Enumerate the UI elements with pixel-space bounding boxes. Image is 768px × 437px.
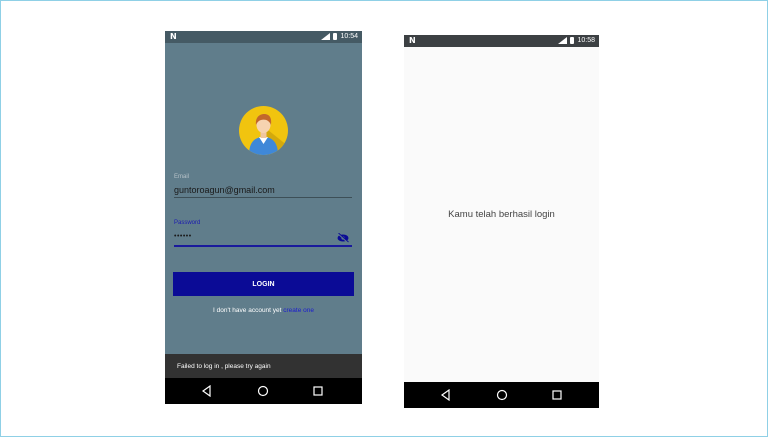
signal-icon bbox=[558, 36, 568, 44]
user-avatar-icon bbox=[239, 106, 288, 155]
password-label: Password bbox=[174, 220, 201, 226]
eye-off-icon[interactable] bbox=[337, 233, 349, 243]
battery-icon bbox=[333, 32, 338, 40]
error-snackbar: Failed to log in , please try again bbox=[165, 354, 362, 378]
home-icon[interactable] bbox=[257, 385, 269, 397]
success-screen: N 10:58 Kamu telah berhasil login bbox=[404, 35, 599, 408]
nav-bar bbox=[404, 382, 599, 408]
success-message: Kamu telah berhasil login bbox=[448, 209, 555, 220]
email-label: Email bbox=[174, 174, 190, 180]
nav-bar bbox=[165, 378, 362, 404]
email-field[interactable]: guntoroagun@gmail.com bbox=[174, 185, 275, 195]
status-time: 10:54 bbox=[340, 32, 358, 40]
app-notification-icon: N bbox=[170, 32, 177, 41]
status-bar: N 10:58 bbox=[404, 35, 599, 47]
outer-frame bbox=[0, 0, 768, 437]
snackbar-text: Failed to log in , please try again bbox=[177, 362, 271, 370]
home-icon[interactable] bbox=[496, 389, 508, 401]
status-time: 10:58 bbox=[577, 36, 595, 44]
recents-icon[interactable] bbox=[312, 385, 324, 397]
login-screen: N 10:54 Email guntoroagun@gmail.com Pass… bbox=[165, 31, 362, 404]
battery-icon bbox=[570, 36, 575, 44]
password-field[interactable]: •••••• bbox=[174, 233, 192, 240]
status-bar: N 10:54 bbox=[165, 31, 362, 43]
recents-icon[interactable] bbox=[551, 389, 563, 401]
app-notification-icon: N bbox=[409, 36, 416, 45]
signup-prompt: I don't have account yet create one bbox=[165, 307, 362, 314]
no-account-text: I don't have account yet bbox=[213, 307, 282, 314]
create-account-link[interactable]: create one bbox=[283, 307, 314, 314]
back-icon[interactable] bbox=[440, 389, 452, 401]
email-underline bbox=[174, 197, 352, 198]
back-icon[interactable] bbox=[201, 385, 213, 397]
password-underline bbox=[174, 245, 352, 247]
login-button[interactable]: LOGIN bbox=[173, 272, 354, 296]
signal-icon bbox=[321, 32, 331, 40]
